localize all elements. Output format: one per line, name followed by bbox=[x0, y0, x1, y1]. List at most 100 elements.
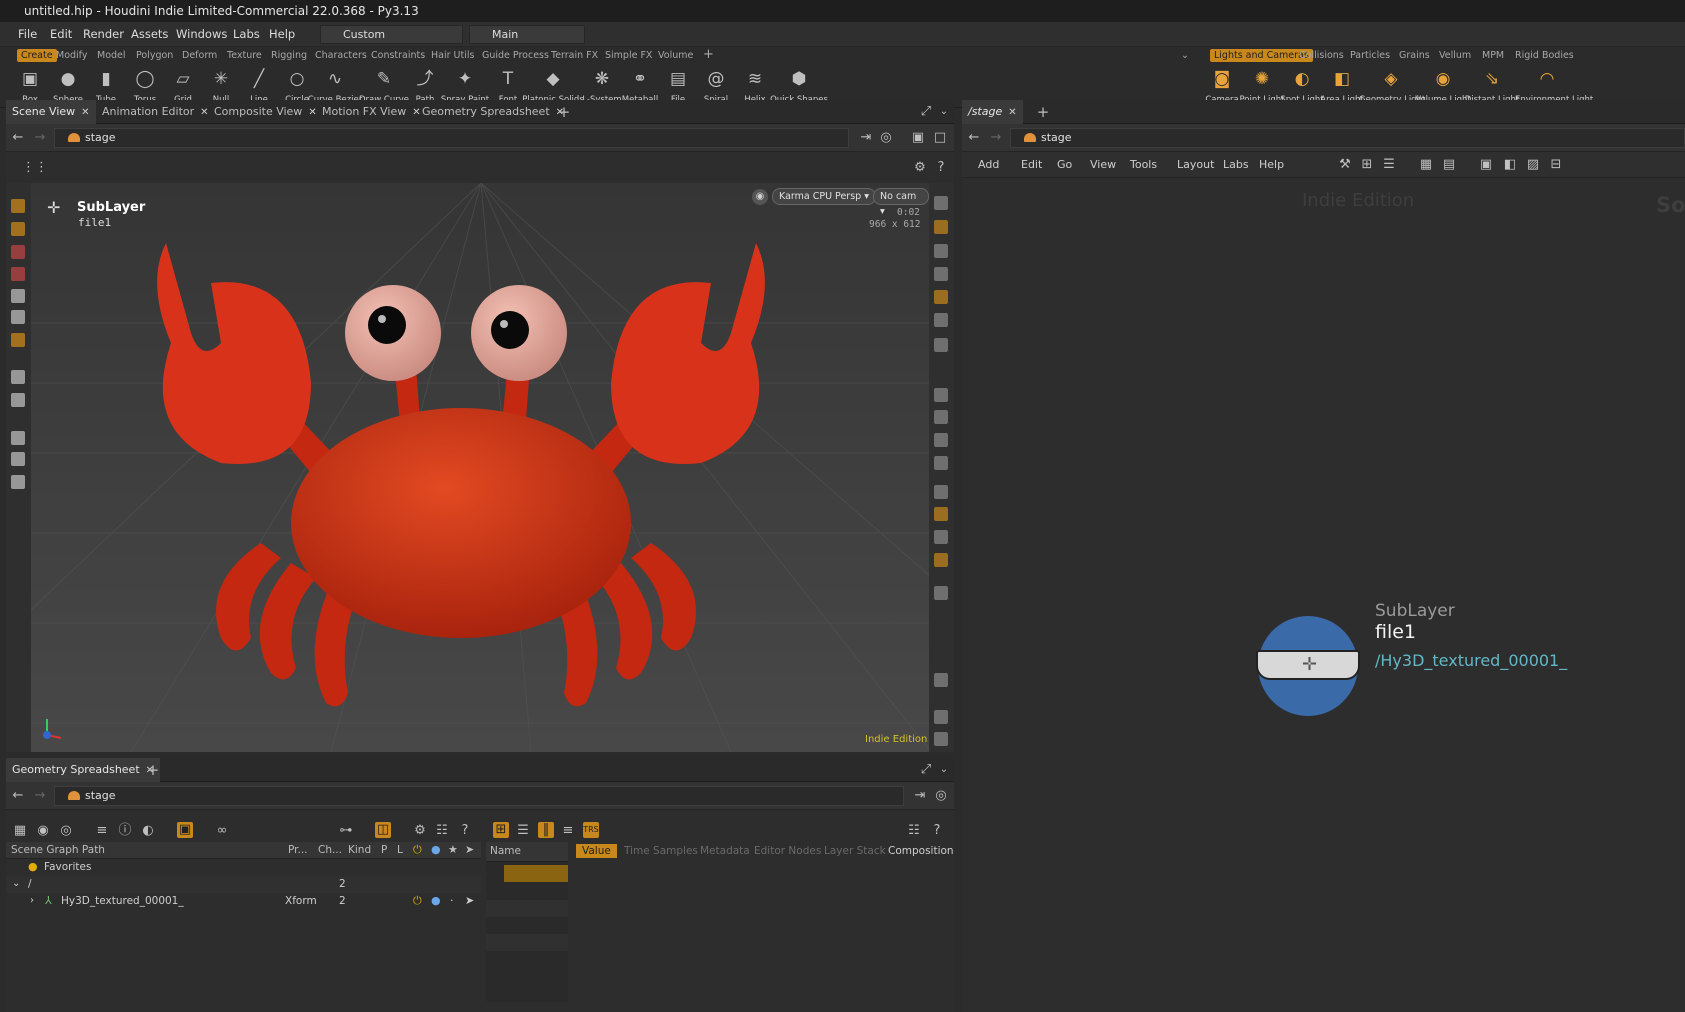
network-menu-edit[interactable]: Edit bbox=[1021, 158, 1042, 171]
column-l[interactable]: L bbox=[397, 844, 403, 856]
shelf-tab-vellum[interactable]: Vellum bbox=[1439, 50, 1471, 61]
network-menu-labs[interactable]: Labs bbox=[1223, 158, 1249, 171]
help-icon[interactable]: ? bbox=[457, 823, 473, 839]
display-option-icon[interactable] bbox=[934, 456, 948, 470]
display-option-icon[interactable] bbox=[934, 485, 948, 499]
table-row[interactable]: › ⅄ Hy3D_textured_00001_ Xform 2 ⏻ ● · ➤ bbox=[6, 893, 481, 910]
paint-icon[interactable]: ◐ bbox=[140, 823, 156, 839]
context-dropdown[interactable]: Main bbox=[469, 25, 585, 44]
menu-file[interactable]: File bbox=[18, 27, 37, 41]
display-option-icon[interactable] bbox=[934, 673, 948, 687]
settings-list-icon[interactable]: ☷ bbox=[906, 823, 922, 839]
brush-icon[interactable] bbox=[11, 431, 25, 445]
visibility-toggle-icon[interactable]: ● bbox=[431, 894, 441, 907]
chevron-down-icon[interactable]: ⌄ bbox=[936, 104, 952, 120]
list-view-icon[interactable]: ☰ bbox=[515, 823, 531, 839]
active-icon[interactable]: ⏻ bbox=[413, 843, 422, 857]
display-option-icon[interactable] bbox=[934, 388, 948, 402]
cube-view-icon[interactable]: ▣ bbox=[910, 130, 926, 146]
menu-edit[interactable]: Edit bbox=[50, 27, 72, 41]
display-option-icon[interactable] bbox=[934, 338, 948, 352]
path-field[interactable]: stage bbox=[54, 128, 849, 148]
pin-icon[interactable]: ⇥ bbox=[858, 130, 874, 146]
forward-arrow-icon[interactable]: → bbox=[988, 130, 1004, 146]
shelf-set-chevron-icon[interactable]: ⌄ bbox=[1181, 50, 1189, 61]
network-menu-view[interactable]: View bbox=[1090, 158, 1116, 171]
network-menu-tools[interactable]: Tools bbox=[1130, 158, 1157, 171]
tab-composite-view[interactable]: Composite View ✕ bbox=[208, 100, 323, 124]
shelf-tab-guide-process[interactable]: Guide Process bbox=[482, 50, 549, 61]
display-option-icon[interactable] bbox=[934, 433, 948, 447]
shelf-tab-create[interactable]: Create bbox=[17, 49, 57, 62]
display-option-icon[interactable] bbox=[934, 507, 948, 521]
display-option-icon[interactable] bbox=[934, 313, 948, 327]
filter-icon[interactable]: ≡ bbox=[94, 823, 110, 839]
display-option-icon[interactable] bbox=[934, 244, 948, 258]
column-kind[interactable]: Kind bbox=[348, 844, 371, 856]
menu-labs[interactable]: Labs bbox=[233, 27, 260, 41]
columns-view-icon[interactable]: ‖ bbox=[538, 822, 554, 838]
background-image-icon[interactable]: ▨ bbox=[1525, 157, 1541, 173]
display-option-icon[interactable] bbox=[934, 586, 948, 600]
tab-scene-view[interactable]: Scene View ✕ bbox=[6, 100, 96, 124]
scene-viewport[interactable]: ✛ SubLayer file1 ◉ Karma CPU Persp ▾ No … bbox=[31, 183, 929, 752]
tiles-icon[interactable]: ▦ bbox=[12, 823, 28, 839]
forward-arrow-icon[interactable]: → bbox=[32, 788, 48, 804]
network-menu-add[interactable]: Add bbox=[978, 158, 999, 171]
back-arrow-icon[interactable]: ← bbox=[10, 788, 26, 804]
tree-view-icon[interactable]: ⊞ bbox=[493, 822, 509, 838]
display-option-icon[interactable] bbox=[934, 553, 948, 567]
link-icon[interactable]: ◎ bbox=[933, 788, 949, 804]
shelf-tab-hair-utils[interactable]: Hair Utils bbox=[431, 50, 474, 61]
help-icon[interactable]: ? bbox=[929, 823, 945, 839]
forward-arrow-icon[interactable]: → bbox=[32, 130, 48, 146]
network-path-field[interactable]: stage bbox=[1010, 128, 1685, 148]
column-p[interactable]: P bbox=[381, 844, 387, 856]
rotate-icon[interactable] bbox=[11, 267, 25, 281]
maximize-icon[interactable]: ⤢ bbox=[918, 104, 934, 120]
network-menu-go[interactable]: Go bbox=[1057, 158, 1072, 171]
network-menu-help[interactable]: Help bbox=[1259, 158, 1284, 171]
tab-geometry-spreadsheet-bottom[interactable]: Geometry Spreadsheet ✕ bbox=[6, 758, 161, 782]
shelf-tab-lights-and-cameras[interactable]: Lights and Cameras bbox=[1210, 49, 1313, 62]
help-icon[interactable]: ? bbox=[933, 160, 949, 176]
column-primitive[interactable]: Pr... bbox=[288, 844, 308, 856]
spreadsheet-path-field[interactable]: stage bbox=[54, 786, 904, 806]
trs-icon[interactable]: TRS bbox=[583, 822, 599, 838]
menu-assets[interactable]: Assets bbox=[131, 27, 168, 41]
name-cell[interactable] bbox=[486, 934, 568, 951]
shelf-tab-rigid-bodies[interactable]: Rigid Bodies bbox=[1515, 50, 1574, 61]
chevron-down-icon[interactable]: ⌄ bbox=[936, 762, 952, 778]
tab-animation-editor[interactable]: Animation Editor ✕ bbox=[96, 100, 215, 124]
display-option-icon[interactable] bbox=[934, 530, 948, 544]
display-option-icon[interactable] bbox=[934, 710, 948, 724]
shelf-tab-terrain-fx[interactable]: Terrain FX bbox=[551, 50, 598, 61]
pose-icon[interactable] bbox=[11, 333, 25, 347]
visibility-icon[interactable]: ● bbox=[431, 843, 441, 856]
display-option-icon[interactable] bbox=[934, 732, 948, 746]
list-icon[interactable]: ☰ bbox=[1381, 157, 1397, 173]
tab-motion-fx-view[interactable]: Motion FX View ✕ bbox=[316, 100, 427, 124]
tab-composition[interactable]: Composition bbox=[888, 845, 954, 857]
star-icon[interactable]: ★ bbox=[448, 843, 458, 856]
expand-chevron-icon[interactable]: ⌄ bbox=[12, 878, 20, 889]
tiles-icon[interactable]: ▦ bbox=[1418, 157, 1434, 173]
shelf-tab-modify[interactable]: Modify bbox=[56, 50, 87, 61]
close-icon[interactable]: ✕ bbox=[1008, 107, 1016, 118]
display-option-icon[interactable] bbox=[934, 220, 948, 234]
display-option-icon[interactable] bbox=[934, 290, 948, 304]
shelf-tab-model[interactable]: Model bbox=[97, 50, 126, 61]
node-name-label[interactable]: file1 bbox=[1375, 621, 1416, 643]
gear-icon[interactable]: ⚙ bbox=[412, 823, 428, 839]
tab-editor-nodes[interactable]: Editor Nodes bbox=[754, 845, 821, 857]
desktop-dropdown[interactable]: Custom bbox=[320, 25, 463, 44]
table-icon[interactable]: ▤ bbox=[1441, 157, 1457, 173]
stage-toggle-icon[interactable]: ▣ bbox=[177, 822, 193, 838]
select-arrow-icon[interactable]: ➤ bbox=[465, 843, 474, 856]
rows-view-icon[interactable]: ≡ bbox=[560, 823, 576, 839]
column-children[interactable]: Ch... bbox=[318, 844, 342, 856]
add-shelf-icon[interactable]: + bbox=[703, 47, 714, 62]
shelf-tab-grains[interactable]: Grains bbox=[1399, 50, 1430, 61]
favorites-row[interactable]: ● Favorites bbox=[6, 859, 481, 876]
table-row[interactable]: ⌄ / 2 bbox=[6, 876, 481, 893]
